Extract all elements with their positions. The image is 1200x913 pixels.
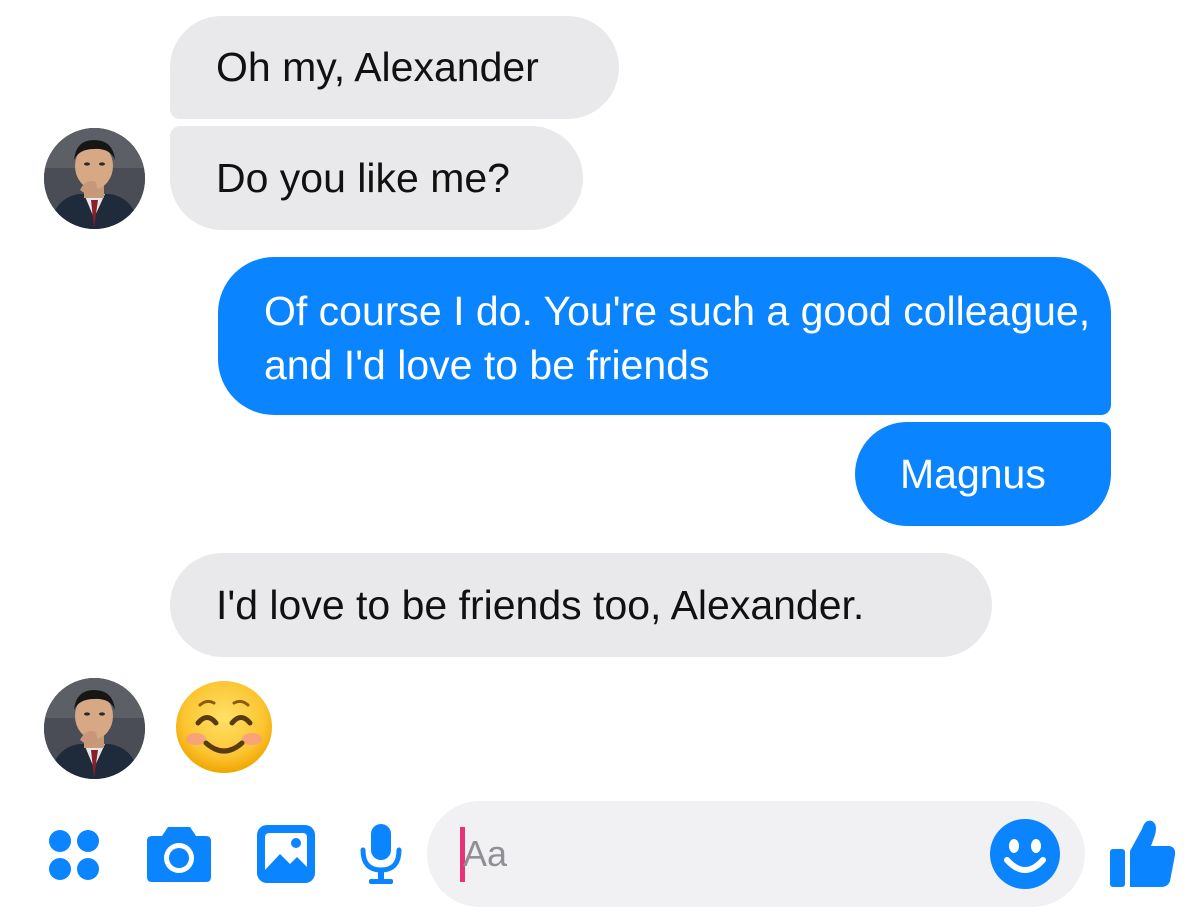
gallery-icon[interactable]	[256, 824, 316, 884]
message-text: Oh my, Alexander	[216, 44, 539, 90]
smiling-face-with-smiling-eyes-icon	[176, 681, 272, 773]
camera-icon[interactable]	[146, 823, 212, 883]
message-text: I'd love to be friends too, Alexander.	[216, 582, 865, 628]
contact-avatar[interactable]	[44, 128, 145, 229]
apps-grid-icon[interactable]	[47, 828, 101, 882]
outgoing-message-bubble[interactable]: Magnus	[855, 422, 1111, 526]
contact-photo	[44, 128, 145, 229]
message-text: Of course I do. You're such a good colle…	[264, 288, 1091, 388]
incoming-message-bubble[interactable]: Oh my, Alexander	[170, 16, 619, 119]
thumbs-up-icon[interactable]	[1108, 817, 1178, 889]
emoji-icon[interactable]	[989, 818, 1061, 890]
contact-photo	[44, 678, 145, 779]
incoming-message-bubble[interactable]: Do you like me?	[170, 126, 583, 230]
contact-avatar[interactable]	[44, 678, 145, 779]
smiling-face-emoji-message[interactable]	[174, 679, 274, 775]
message-text: Magnus	[900, 451, 1046, 497]
microphone-icon[interactable]	[359, 822, 403, 886]
outgoing-message-bubble[interactable]: Of course I do. You're such a good colle…	[218, 257, 1111, 415]
message-input[interactable]	[463, 828, 963, 880]
message-text: Do you like me?	[216, 155, 510, 201]
incoming-message-bubble[interactable]: I'd love to be friends too, Alexander.	[170, 553, 992, 657]
message-composer[interactable]	[427, 801, 1085, 907]
